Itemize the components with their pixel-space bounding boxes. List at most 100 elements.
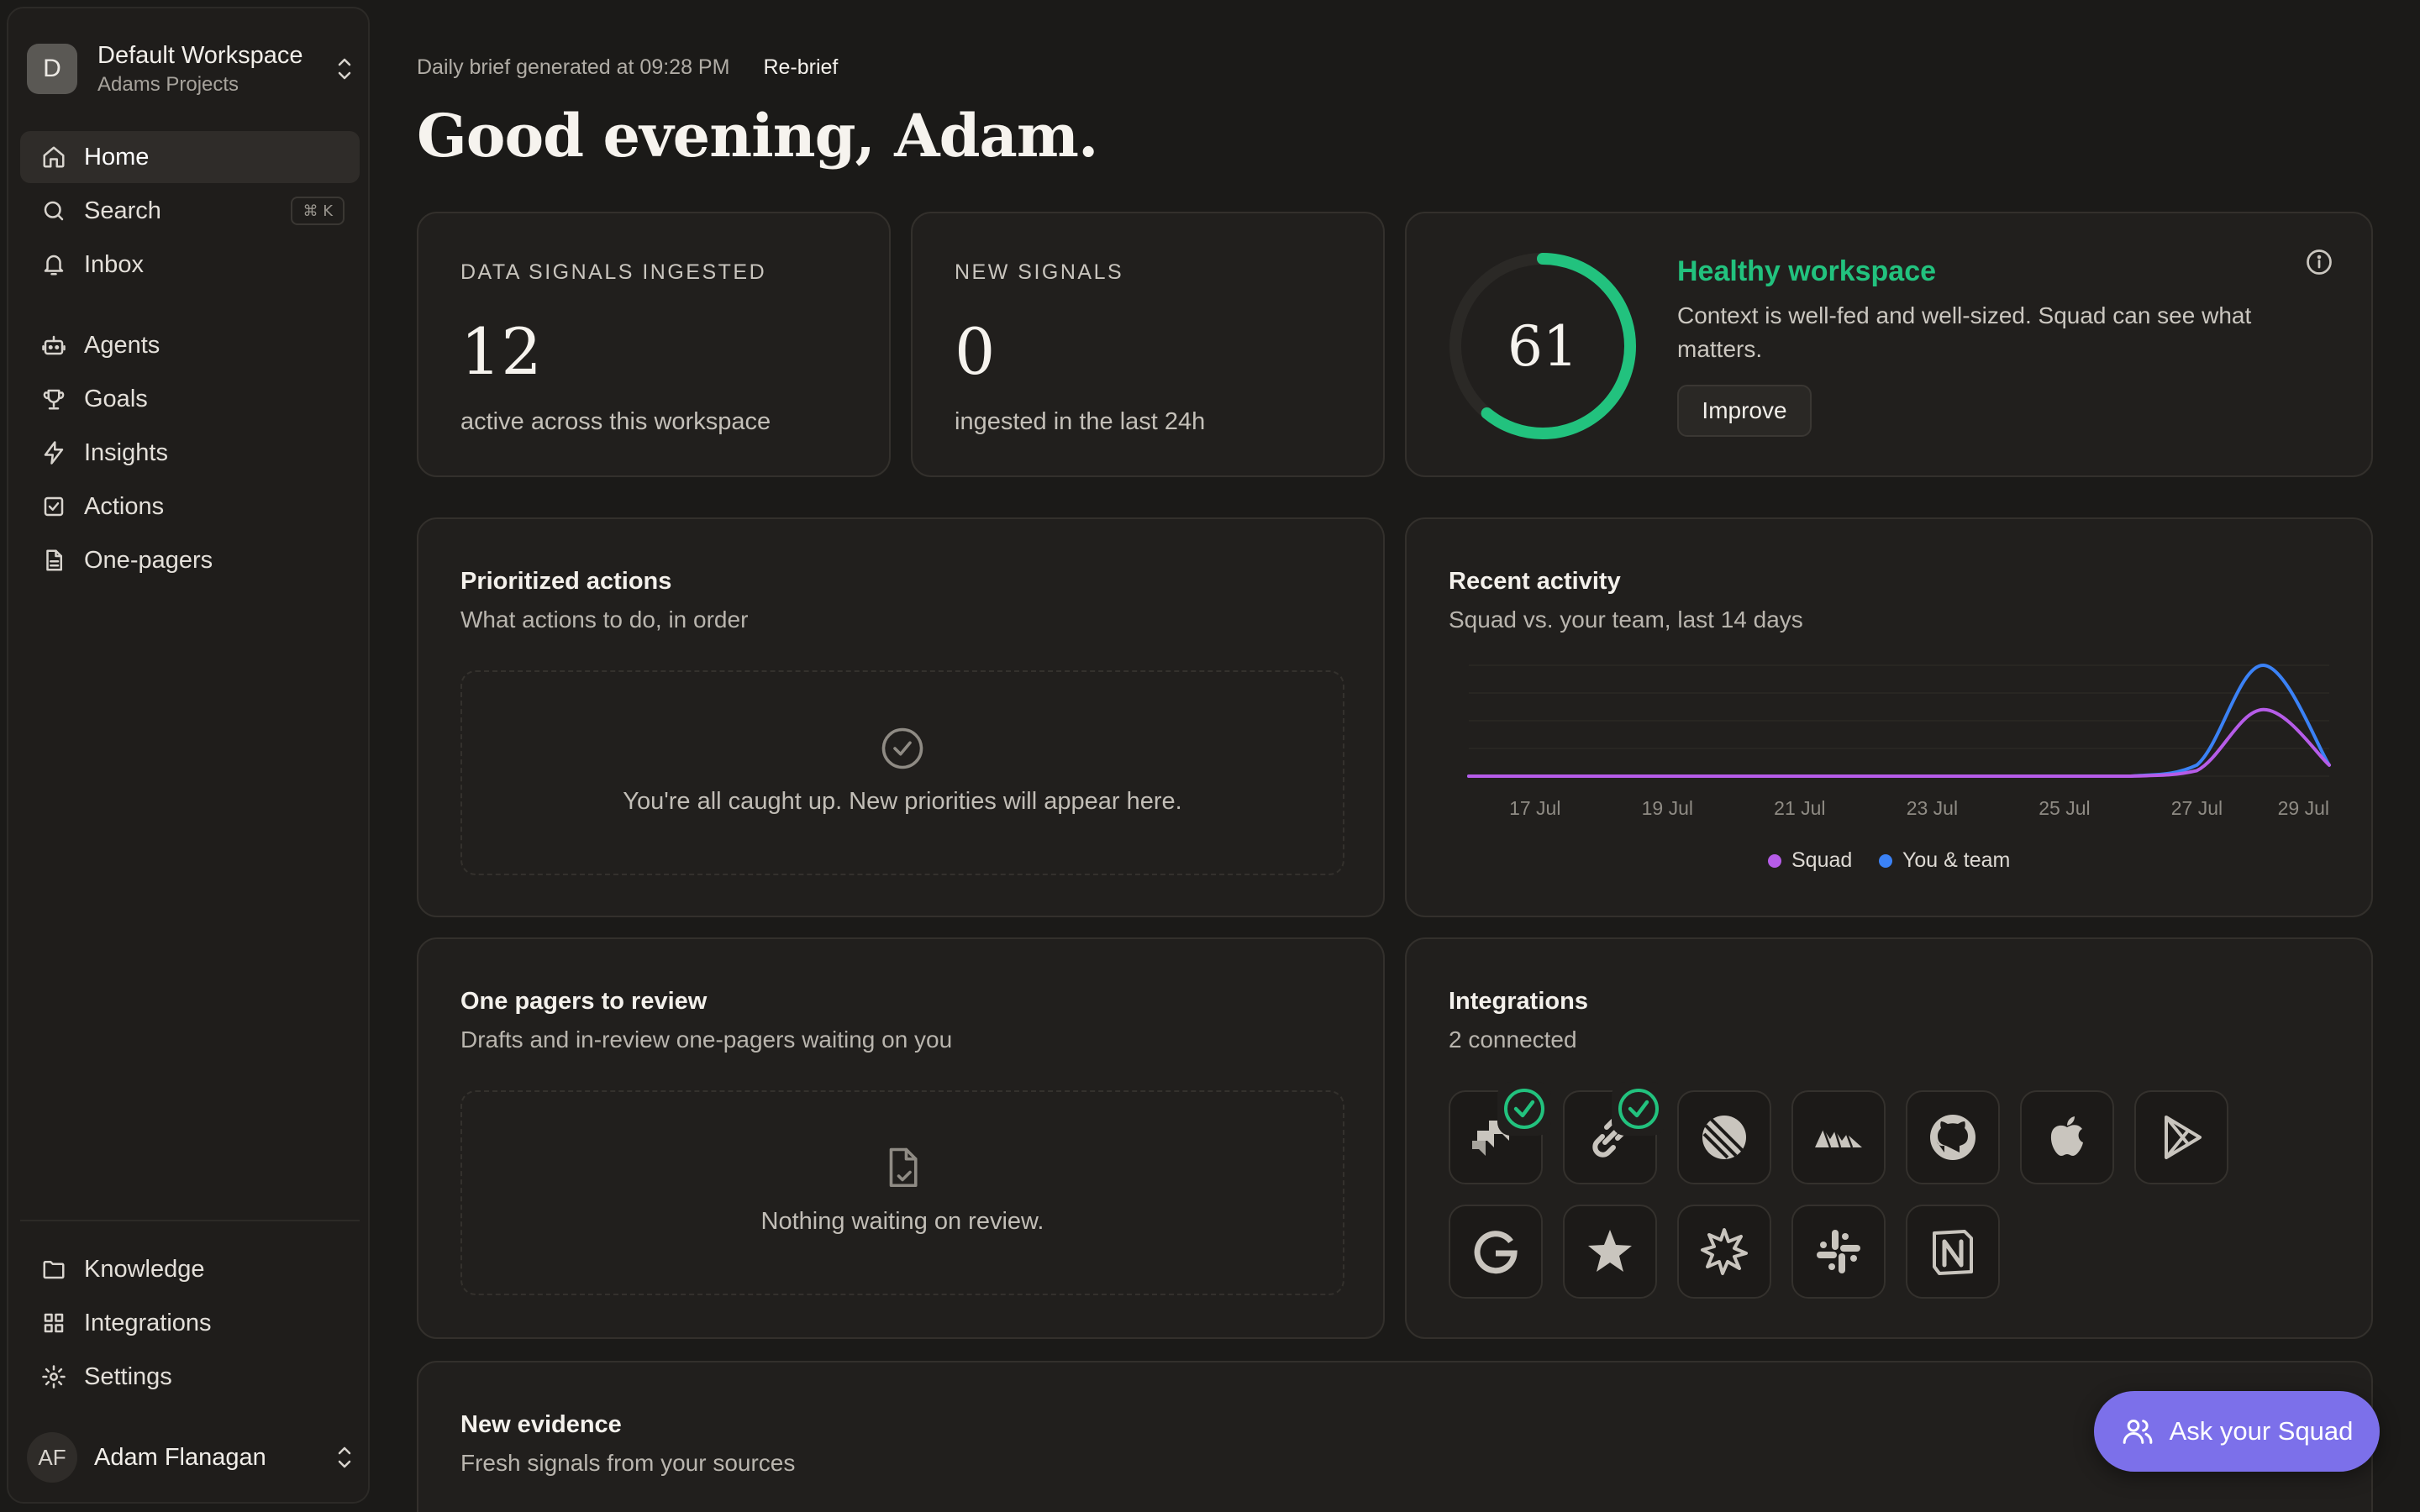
google-play-icon (2165, 1116, 2202, 1159)
signals-label: DATA SIGNALS INGESTED (460, 260, 767, 284)
users-icon (2123, 1420, 2152, 1444)
integration-google[interactable] (1449, 1205, 1543, 1299)
new-signals-value: 0 (955, 314, 996, 389)
nav-knowledge[interactable]: Knowledge (20, 1243, 360, 1295)
legend-item-team: You & team (1879, 848, 2010, 873)
workspace-project: Adams Projects (97, 72, 239, 96)
connected-check-icon (1497, 1082, 1551, 1136)
prioritized-title: Prioritized actions (460, 568, 672, 595)
page-title: Good evening, Adam. (417, 101, 1098, 171)
nav-settings[interactable]: Settings (20, 1351, 360, 1403)
burst-icon (1701, 1228, 1748, 1275)
slack-icon (1817, 1230, 1860, 1273)
nav-integrations[interactable]: Integrations (20, 1297, 360, 1349)
connected-check-icon (1612, 1082, 1665, 1136)
integration-github[interactable] (1906, 1090, 2000, 1184)
legend-label-squad: Squad (1791, 848, 1853, 872)
nav-insights[interactable]: Insights (20, 427, 360, 479)
onepagers-empty-text: Nothing waiting on review. (760, 1208, 1044, 1235)
nav-home-label: Home (84, 143, 150, 171)
x-tick-label: 17 Jul (1509, 797, 1560, 819)
nav-search-label: Search (84, 197, 161, 224)
integration-notion[interactable] (1906, 1205, 2000, 1299)
new-signals-sub: ingested in the last 24h (955, 408, 1206, 435)
bell-icon (40, 251, 67, 278)
legend-dot-squad (1768, 853, 1781, 868)
integration-slack[interactable] (1791, 1205, 1886, 1299)
sidebar-divider (20, 1220, 360, 1221)
evidence-subtitle: Fresh signals from your sources (460, 1450, 796, 1476)
robot-icon (40, 332, 67, 359)
linear-icon (1702, 1116, 1746, 1159)
brief-bar: Daily brief generated at 09:28 PM Re-bri… (417, 55, 838, 80)
integration-chain[interactable] (1563, 1082, 1665, 1184)
user-name: Adam Flanagan (94, 1443, 266, 1471)
chevron-updown-icon (334, 54, 355, 84)
info-icon[interactable] (2304, 247, 2334, 277)
integration-burst[interactable] (1677, 1205, 1771, 1299)
integration-google-play[interactable] (2134, 1090, 2228, 1184)
nav-actions[interactable]: Actions (20, 480, 360, 533)
search-shortcut: ⌘ K (291, 197, 345, 225)
google-icon (1474, 1231, 1518, 1274)
nav-agents[interactable]: Agents (20, 319, 360, 371)
nav-inbox-label: Inbox (84, 250, 144, 278)
rebrief-button[interactable]: Re-brief (763, 55, 838, 80)
apple-icon (2050, 1116, 2083, 1156)
integrations-card: Integrations 2 connected (1405, 937, 2373, 1339)
x-tick-label: 19 Jul (1642, 797, 1693, 819)
check-circle-icon (881, 727, 923, 769)
grid-icon (40, 1310, 67, 1336)
legend-label-team: You & team (1902, 848, 2011, 872)
integration-jira[interactable] (1449, 1082, 1551, 1184)
trophy-icon (40, 386, 67, 412)
cloud-icon (1815, 1128, 1862, 1148)
checkbox-icon (40, 493, 67, 520)
chevron-updown-icon (334, 1442, 355, 1473)
x-tick-label: 21 Jul (1774, 797, 1825, 819)
home-icon (40, 144, 67, 171)
prioritized-subtitle: What actions to do, in order (460, 606, 749, 633)
user-menu[interactable]: AF Adam Flanagan (27, 1431, 355, 1483)
ask-squad-button[interactable]: Ask your Squad (2094, 1391, 2380, 1472)
nav-goals[interactable]: Goals (20, 373, 360, 425)
prioritized-actions-card: Prioritized actions What actions to do, … (417, 517, 1385, 917)
improve-button[interactable]: Improve (1677, 385, 1812, 437)
new-signals-card: NEW SIGNALS 0 ingested in the last 24h (911, 212, 1385, 477)
gear-icon (40, 1363, 67, 1390)
integration-star[interactable] (1563, 1205, 1657, 1299)
integration-cloud[interactable] (1791, 1090, 1886, 1184)
nav-home[interactable]: Home (20, 131, 360, 183)
health-title: Healthy workspace (1677, 255, 1937, 287)
nav-search[interactable]: Search ⌘ K (20, 185, 360, 237)
prioritized-empty-state: You're all caught up. New priorities wil… (460, 670, 1344, 875)
nav-settings-label: Settings (84, 1362, 172, 1390)
integration-apple[interactable] (2020, 1090, 2114, 1184)
workspace-avatar: D (27, 44, 77, 94)
github-icon (1930, 1115, 1975, 1160)
signals-card: DATA SIGNALS INGESTED 12 active across t… (417, 212, 891, 477)
notion-icon (1933, 1230, 1973, 1275)
brief-text: Daily brief generated at 09:28 PM (417, 55, 730, 79)
document-icon (40, 547, 67, 574)
workspace-name: Default Workspace (97, 41, 303, 69)
health-card: 61 Healthy workspace Context is well-fed… (1405, 212, 2373, 477)
activity-subtitle: Squad vs. your team, last 14 days (1449, 606, 1803, 633)
x-tick-label: 29 Jul (2278, 797, 2329, 819)
integrations-subtitle: 2 connected (1449, 1026, 1577, 1053)
prioritized-empty-text: You're all caught up. New priorities wil… (623, 788, 1182, 815)
document-check-icon (889, 1147, 918, 1188)
activity-chart: 17 Jul 19 Jul 21 Jul 23 Jul 25 Jul 27 Jul 29 J… (1467, 663, 2331, 819)
new-evidence-card: New evidence Fresh signals from your sou… (417, 1361, 2373, 1512)
nav-inbox[interactable]: Inbox (20, 239, 360, 291)
workspace-switcher[interactable]: D Default Workspace Adams Projects (27, 39, 355, 99)
onepagers-title: One pagers to review (460, 988, 708, 1015)
integration-linear[interactable] (1677, 1090, 1771, 1184)
signals-value: 12 (460, 314, 542, 389)
nav-one-pagers-label: One-pagers (84, 546, 213, 574)
integrations-title: Integrations (1449, 988, 1588, 1015)
health-score: 61 (1507, 313, 1578, 379)
nav-one-pagers[interactable]: One-pagers (20, 534, 360, 586)
avatar: AF (27, 1432, 77, 1483)
x-tick-label: 23 Jul (1907, 797, 1958, 819)
